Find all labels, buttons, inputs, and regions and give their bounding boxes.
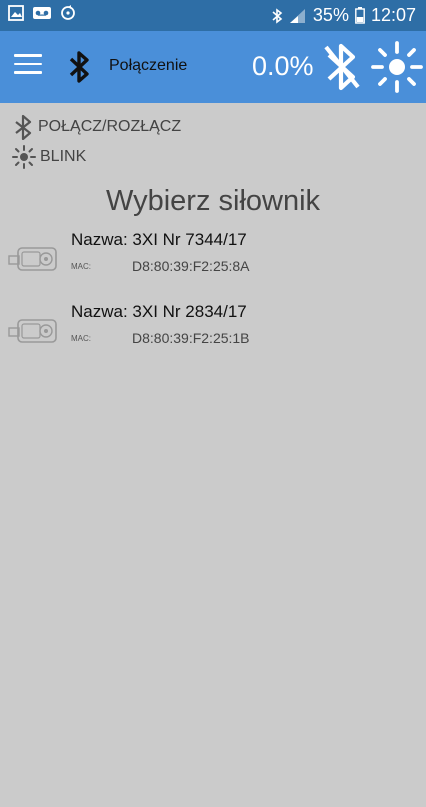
- brightness-icon: [371, 41, 423, 93]
- menu-icon: [14, 54, 42, 74]
- signal-icon: [289, 8, 307, 24]
- blink-toggle-button[interactable]: [371, 41, 423, 98]
- progress-percent: 0.0%: [252, 51, 314, 81]
- mac-address: D8:80:39:F2:25:8A: [132, 258, 250, 274]
- mac-label: MAC:: [71, 334, 91, 343]
- bluetooth-disabled-icon: [324, 43, 360, 91]
- status-bar: 35% 12:07: [0, 0, 426, 31]
- mac-address: D8:80:39:F2:25:1B: [132, 330, 250, 346]
- page-title: Wybierz siłownik: [105, 185, 321, 217]
- bluetooth-toggle-button[interactable]: [320, 41, 362, 98]
- sync-icon: [60, 5, 76, 21]
- actuator-icon: [8, 316, 60, 351]
- mac-label: MAC:: [71, 262, 91, 271]
- bluetooth-icon: [66, 49, 92, 90]
- battery-icon: [355, 7, 365, 24]
- battery-percent: 35%: [312, 5, 349, 25]
- clock: 12:07: [370, 5, 416, 25]
- bluetooth-icon: [15, 114, 32, 140]
- connect-disconnect-label: POŁĄCZ/ROZŁĄCZ: [38, 118, 182, 135]
- brightness-icon: [12, 145, 36, 169]
- blink-button[interactable]: BLINK: [12, 145, 86, 169]
- app-bar: Połączenie 0.0%: [0, 31, 426, 103]
- actuator-icon: [8, 244, 60, 279]
- device-name: Nazwa: 3XI Nr 2834/17: [71, 302, 247, 321]
- bluetooth-icon: [271, 7, 283, 24]
- device-list-item[interactable]: Nazwa: 3XI Nr 2834/17 MAC: D8:80:39:F2:2…: [0, 302, 426, 366]
- voicemail-icon: [32, 6, 52, 20]
- menu-button[interactable]: [14, 54, 42, 78]
- blink-label: BLINK: [40, 148, 87, 165]
- connection-title: Połączenie: [109, 57, 188, 74]
- device-list-item[interactable]: Nazwa: 3XI Nr 7344/17 MAC: D8:80:39:F2:2…: [0, 230, 426, 294]
- image-icon: [8, 5, 24, 21]
- connect-disconnect-button[interactable]: POŁĄCZ/ROZŁĄCZ: [12, 114, 181, 140]
- device-name: Nazwa: 3XI Nr 7344/17: [71, 230, 247, 249]
- system-status: 35% 12:07: [271, 0, 416, 31]
- notification-icons: [8, 5, 76, 21]
